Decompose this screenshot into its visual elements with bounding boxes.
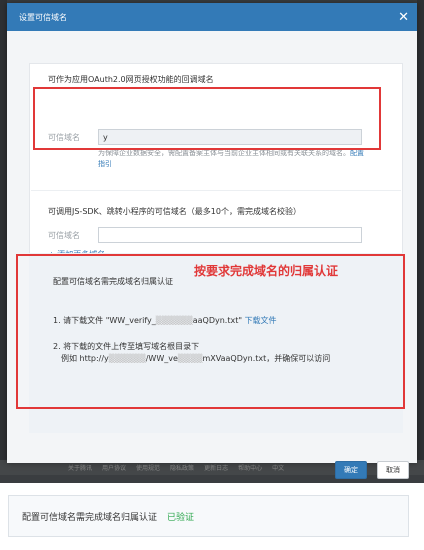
footer-link: 更新日志 [204, 465, 229, 472]
annotation-text: 按要求完成域名的归属认证 [194, 264, 339, 278]
backdrop-left [0, 0, 7, 475]
dialog-title: 设置可信域名 [19, 12, 67, 22]
jssdk-domain-input[interactable] [98, 227, 362, 243]
footer-link: 隐私政策 [170, 465, 195, 472]
jssdk-section-title: 可调用JS-SDK、跳转小程序的可信域名（最多10个，需完成域名校验） [48, 207, 301, 216]
footer-link: 帮助中心 [238, 465, 263, 472]
status-text: 配置可信域名需完成域名归属认证 [22, 512, 158, 523]
section-divider [31, 190, 401, 191]
oauth-hint: 为保障企业数据安全，需配置备案主体与当前企业主体相同或有关联关系的域名。配置指引 [98, 148, 370, 170]
status-box: 配置可信域名需完成域名归属认证 已验证 [8, 495, 409, 537]
confirm-button[interactable]: 确定 [335, 461, 367, 479]
close-icon[interactable]: ✕ [398, 11, 409, 24]
annotation-box-oauth [33, 87, 381, 150]
dialog-header: 设置可信域名 ✕ [7, 3, 417, 31]
footer-link: 使用规范 [136, 465, 161, 472]
footer-link: 关于腾讯 [68, 465, 93, 472]
hint-text: 为保障企业数据安全，需配置备案主体与当前企业主体相同或有关联关系的域名。 [98, 149, 350, 157]
oauth-section-title: 可作为应用OAuth2.0网页授权功能的回调域名 [48, 75, 214, 84]
backdrop-right [417, 0, 424, 475]
cancel-button[interactable]: 取消 [377, 461, 409, 479]
verified-badge: 已验证 [167, 512, 195, 523]
footer-link: 中文 [272, 465, 285, 472]
footer-link: 用户协议 [102, 465, 127, 472]
jssdk-domain-label: 可信域名 [48, 231, 80, 240]
status-panel: 配置可信域名需完成域名归属认证 已验证 [0, 483, 424, 550]
